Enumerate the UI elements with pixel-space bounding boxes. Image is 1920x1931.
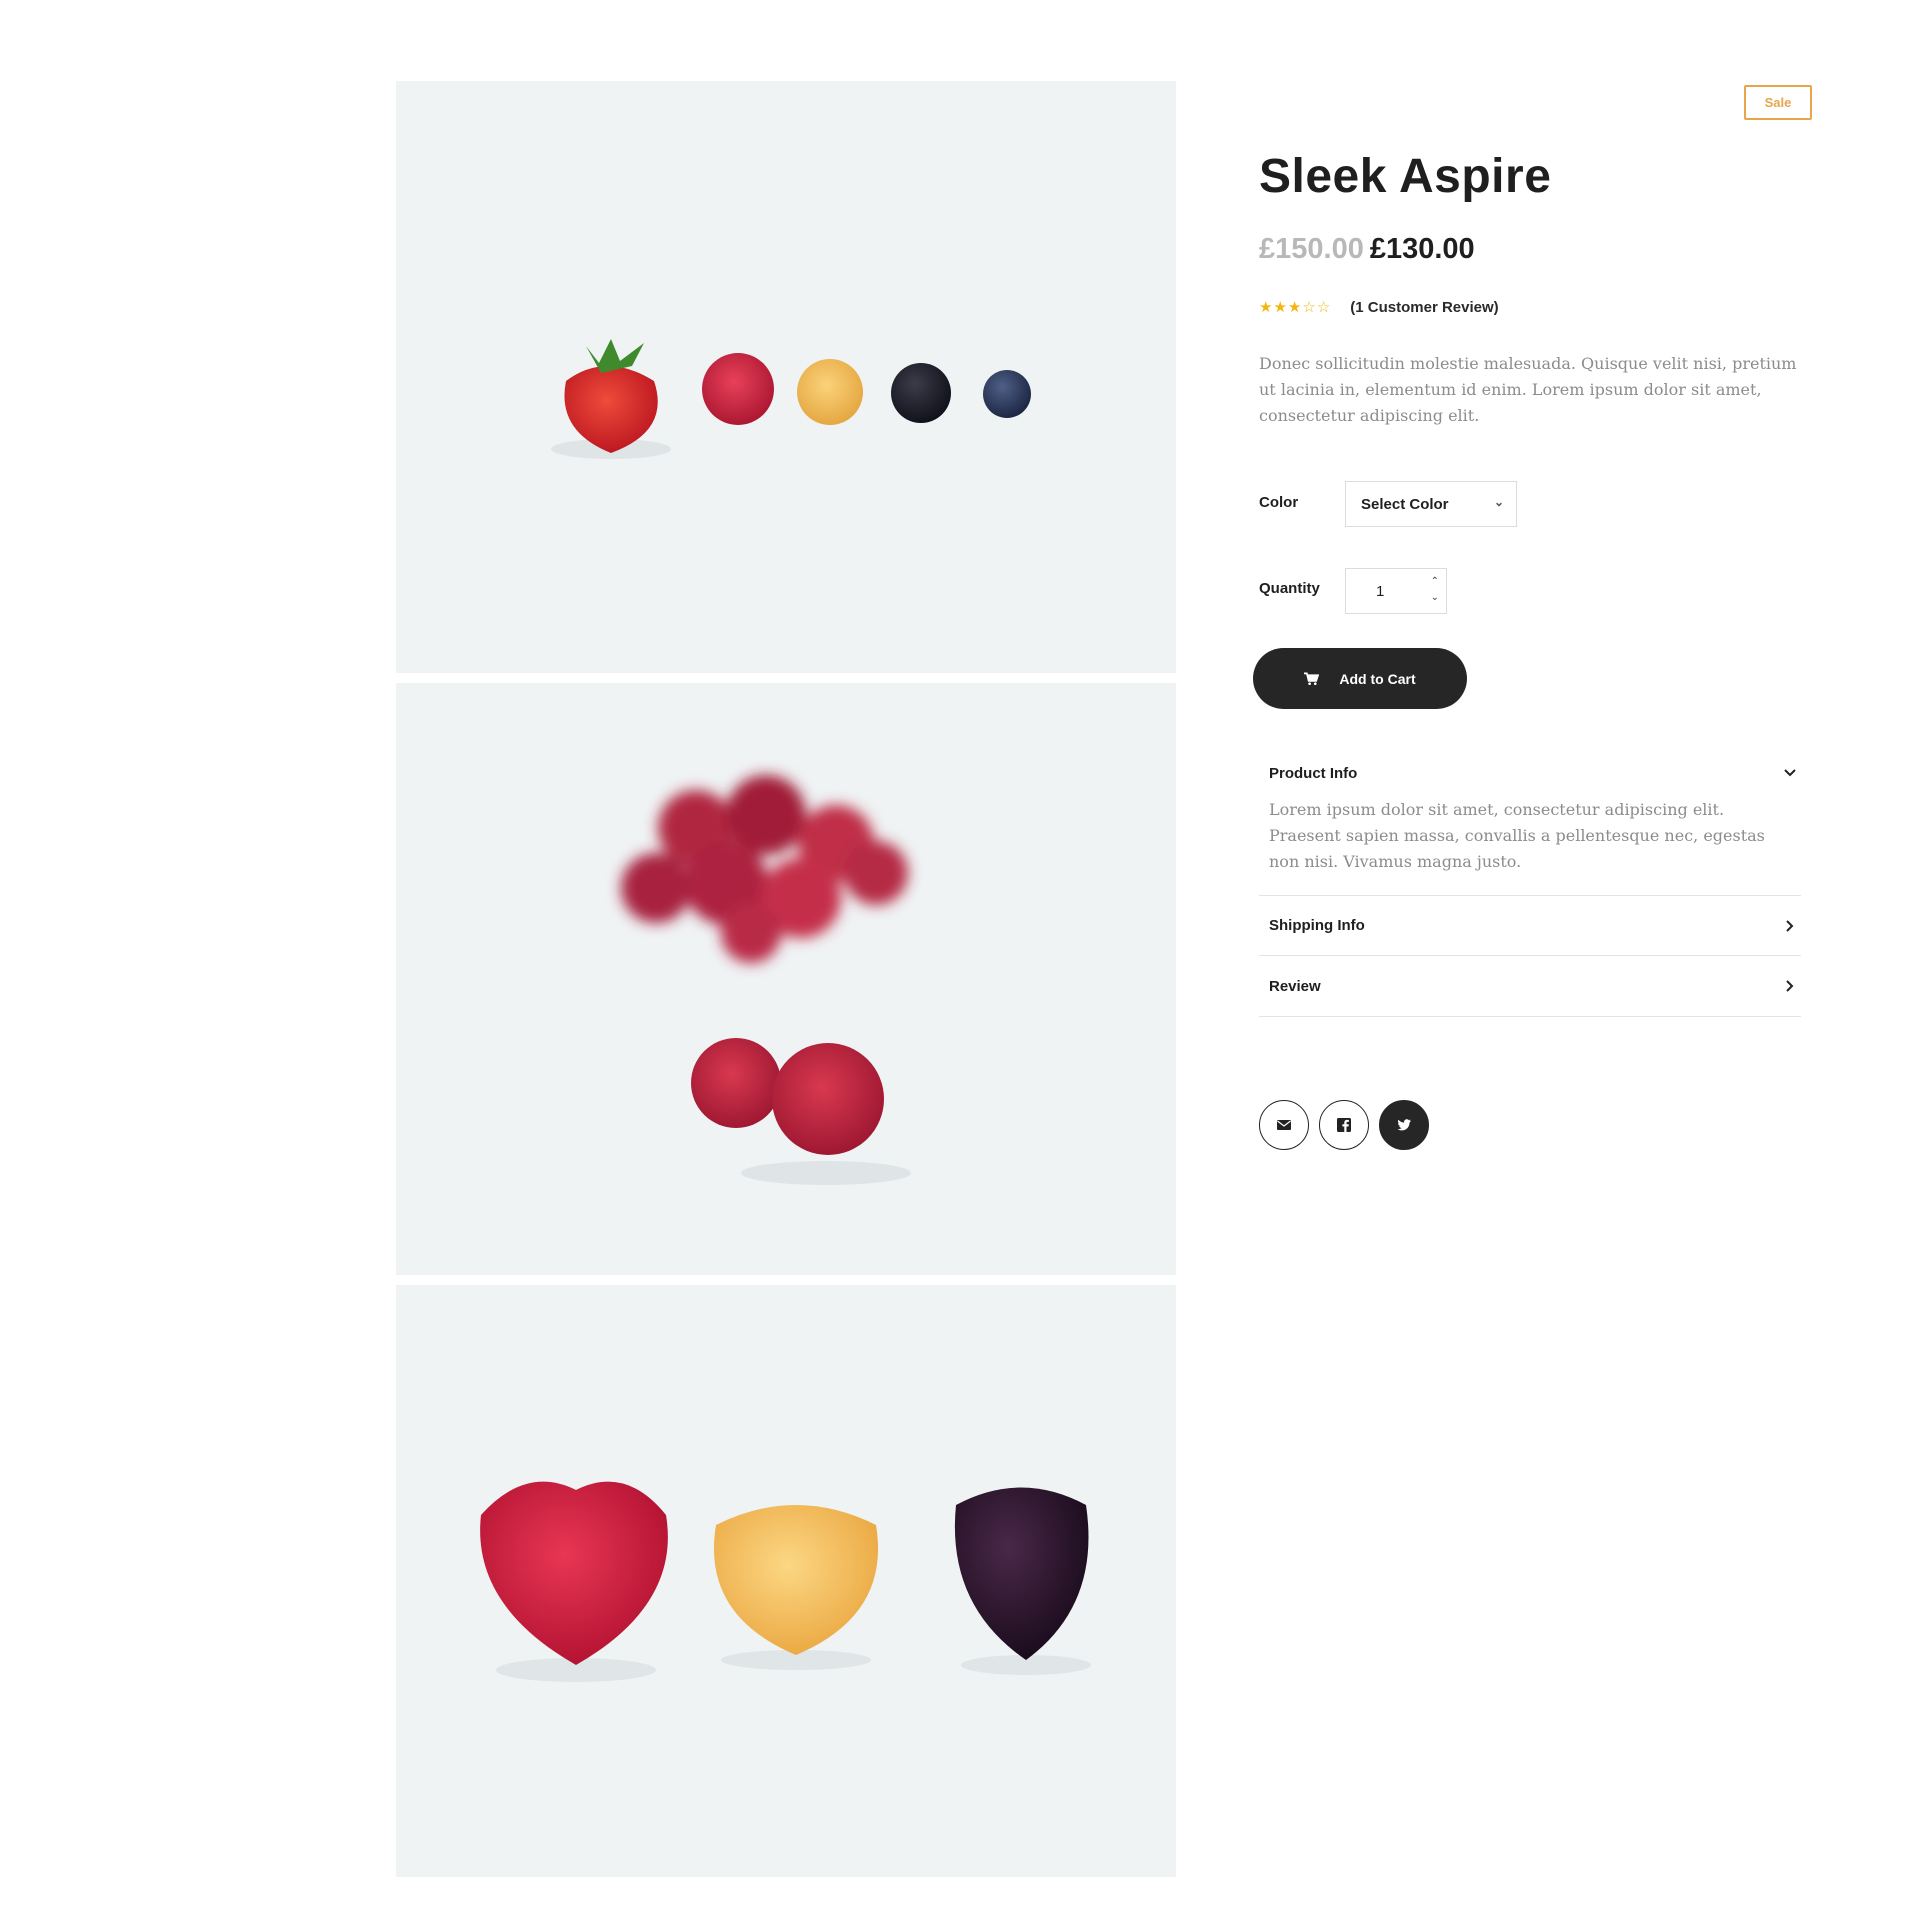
cart-icon: [1304, 672, 1320, 685]
accordion-body-product-info: Lorem ipsum dolor sit amet, consectetur …: [1269, 800, 1765, 871]
star-empty-icon: ☆: [1302, 299, 1316, 316]
chevron-down-icon: [1784, 769, 1796, 777]
star-rating: ★ ★ ★ ☆ ☆: [1259, 300, 1330, 315]
accordion-header-review[interactable]: Review: [1259, 956, 1801, 1016]
quantity-arrows: ⌃ ⌄: [1431, 575, 1439, 605]
product-description: Donec sollicitudin molestie malesuada. Q…: [1259, 354, 1797, 425]
share-email-button[interactable]: [1259, 1100, 1309, 1150]
accordion-label: Product Info: [1269, 764, 1358, 782]
accordion-label: Review: [1269, 977, 1321, 995]
share-buttons: [1259, 1100, 1429, 1150]
gallery-photo-1[interactable]: [396, 81, 1176, 673]
product-gallery: [396, 81, 1176, 1887]
accordion-shipping-info: Shipping Info: [1259, 896, 1801, 956]
quantity-stepper[interactable]: 1 ⌃ ⌄: [1345, 568, 1447, 614]
old-price: £150.00: [1259, 233, 1364, 265]
color-select[interactable]: Select Color ⌄: [1345, 481, 1517, 527]
quantity-label: Quantity: [1259, 580, 1320, 597]
gallery-photo-2[interactable]: [396, 683, 1176, 1275]
envelope-icon: [1277, 1120, 1291, 1130]
twitter-icon: [1397, 1119, 1411, 1131]
increment-chevron-up-icon[interactable]: ⌃: [1431, 575, 1439, 589]
decrement-chevron-down-icon[interactable]: ⌄: [1431, 591, 1439, 605]
chevron-down-icon: ⌄: [1493, 495, 1504, 509]
add-to-cart-label: Add to Cart: [1339, 670, 1416, 687]
accordion-header-shipping-info[interactable]: Shipping Info: [1259, 896, 1801, 955]
chevron-right-icon: [1786, 919, 1794, 932]
product-title: Sleek Aspire: [1259, 150, 1552, 203]
sale-price: £130.00: [1369, 233, 1475, 265]
star-filled-icon: ★: [1287, 299, 1302, 316]
raspberries-photo: [621, 775, 911, 1185]
star-empty-icon: ☆: [1316, 299, 1331, 316]
accordion-product-info: Product Info Lorem ipsum dolor sit amet,…: [1259, 753, 1801, 896]
chevron-right-icon: [1786, 980, 1794, 992]
review-count-link[interactable]: (1 Customer Review): [1350, 299, 1498, 316]
quantity-value[interactable]: 1: [1376, 583, 1384, 600]
rating: ★ ★ ★ ☆ ☆ (1 Customer Review): [1259, 299, 1499, 316]
star-filled-icon: ★: [1273, 299, 1287, 316]
share-twitter-button[interactable]: [1379, 1100, 1429, 1150]
accordion-header-product-info[interactable]: Product Info: [1259, 753, 1801, 793]
color-select-value: Select Color: [1361, 495, 1449, 513]
star-filled-icon: ★: [1259, 299, 1273, 316]
add-to-cart-button[interactable]: Add to Cart: [1253, 648, 1467, 709]
accordion-review: Review: [1259, 956, 1801, 1017]
price: £150.00 £130.00: [1259, 233, 1475, 266]
sale-badge: Sale: [1744, 85, 1812, 120]
three-berries-photo: [480, 1481, 1091, 1682]
accordion-label: Shipping Info: [1269, 917, 1365, 934]
share-facebook-button[interactable]: [1319, 1100, 1369, 1150]
color-label: Color: [1259, 494, 1299, 511]
product-accordion: Product Info Lorem ipsum dolor sit amet,…: [1259, 753, 1801, 1017]
gallery-photo-3[interactable]: [396, 1285, 1176, 1877]
berries-row-photo: [551, 339, 1031, 459]
facebook-icon: [1337, 1118, 1351, 1132]
